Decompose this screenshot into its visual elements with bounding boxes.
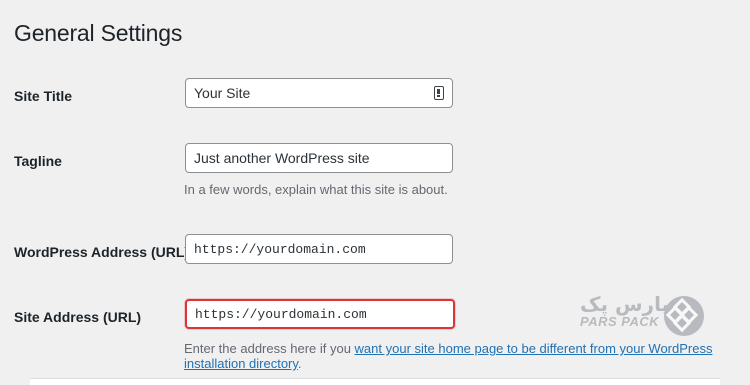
tagline-input[interactable]: Just another WordPress site — [185, 143, 453, 173]
site-address-value: https://yourdomain.com — [195, 306, 367, 322]
site-address-input[interactable]: https://yourdomain.com — [185, 299, 455, 329]
site-address-label: Site Address (URL) — [14, 309, 142, 325]
site-title-input[interactable]: Your Site — [185, 78, 453, 108]
tagline-description: In a few words, explain what this site i… — [184, 182, 448, 197]
site-address-description: Enter the address here if you want your … — [184, 341, 750, 371]
wordpress-address-input[interactable]: https://yourdomain.com — [185, 234, 453, 264]
watermark-text-fa: پارس پک — [580, 292, 670, 316]
watermark-text-en: PARS PACK — [580, 314, 660, 329]
parspack-watermark: پارس پک PARS PACK — [580, 292, 708, 342]
wordpress-address-value: https://yourdomain.com — [194, 241, 366, 257]
tagline-label: Tagline — [14, 153, 62, 169]
parspack-logo-icon — [664, 296, 704, 336]
password-manager-icon[interactable] — [434, 86, 444, 100]
wordpress-address-label: WordPress Address (URL) — [14, 244, 190, 260]
site-address-description-prefix: Enter the address here if you — [184, 341, 355, 356]
site-title-label: Site Title — [14, 88, 73, 104]
site-title-value: Your Site — [194, 85, 251, 101]
tagline-value: Just another WordPress site — [194, 150, 370, 166]
site-address-description-suffix: . — [297, 356, 302, 371]
page-title: General Settings — [14, 20, 183, 46]
